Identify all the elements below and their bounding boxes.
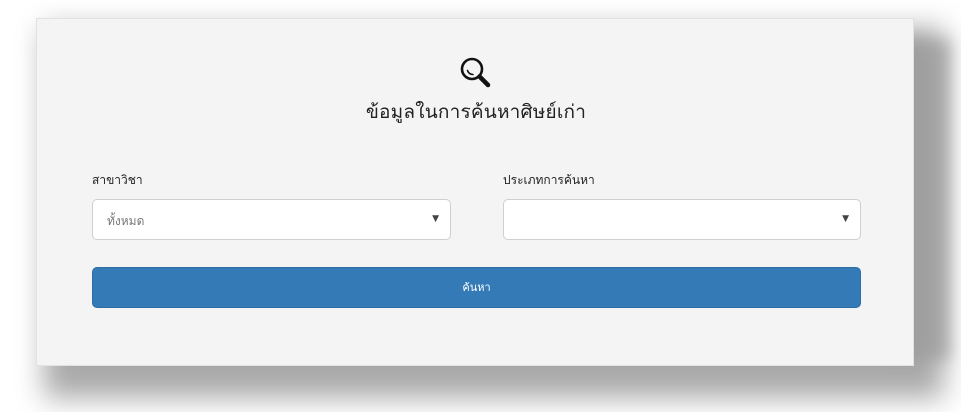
caret-down-icon: ▼ (432, 214, 439, 224)
page-backdrop: ข้อมูลในการค้นหาศิษย์เก่า สาขาวิชา ทั้งห… (0, 0, 961, 412)
search-type-label: ประเภทการค้นหา (503, 173, 595, 187)
search-button[interactable]: ค้นหา (92, 267, 861, 308)
alumni-search-panel: ข้อมูลในการค้นหาศิษย์เก่า สาขาวิชา ทั้งห… (36, 18, 914, 366)
caret-down-icon: ▼ (842, 214, 849, 224)
search-type-select[interactable]: ▼ (503, 199, 861, 240)
major-select[interactable]: ทั้งหมด ▼ (92, 199, 451, 240)
major-select-value: ทั้งหมด (107, 214, 145, 228)
page-title: ข้อมูลในการค้นหาศิษย์เก่า (365, 101, 587, 123)
search-icon (458, 55, 492, 89)
major-label: สาขาวิชา (92, 173, 143, 187)
